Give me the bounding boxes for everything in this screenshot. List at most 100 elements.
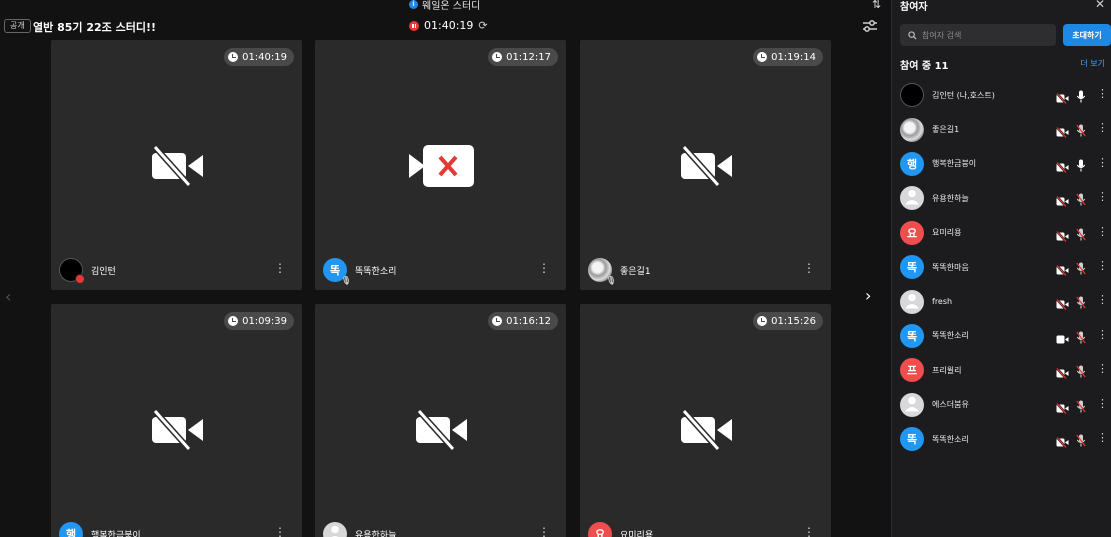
more-options-icon[interactable]: ⋮ (803, 525, 815, 537)
mic-off-icon[interactable] (1076, 294, 1086, 309)
camera-off-icon[interactable] (1056, 227, 1069, 242)
video-tile[interactable]: 01:16:12 유용한하늘 ⋮ (315, 304, 566, 537)
mic-off-icon[interactable] (1076, 191, 1086, 206)
participant-name: 행복한금붕이 (91, 530, 141, 537)
more-options-icon[interactable]: ⋮ (1097, 431, 1108, 444)
participant-row[interactable]: fresh ⋮ (892, 284, 1111, 318)
camera-off-icon[interactable] (1056, 89, 1069, 105)
prev-page-arrow[interactable]: ‹ (5, 287, 11, 306)
camera-off-icon[interactable] (1056, 364, 1069, 380)
avatar-initial: 요 (906, 226, 918, 240)
more-options-icon[interactable]: ⋮ (1097, 397, 1108, 410)
participant-search-input[interactable] (922, 30, 1052, 40)
mic-on-icon[interactable] (1076, 88, 1086, 103)
participant-name: 좋은길1 (620, 266, 651, 277)
video-tile[interactable]: 01:40:19 김인턴 ⋮ (51, 40, 302, 290)
participant-row[interactable]: 행 행복한금붕이 ⋮ (892, 147, 1111, 181)
participant-row[interactable]: 똑 똑똑한마음 ⋮ (892, 250, 1111, 284)
participant-row[interactable]: 똑 똑똑한소리 ⋮ (892, 422, 1111, 456)
participant-name: 유용한하늘 (932, 193, 969, 203)
elapsed-timer: 01:16:12 (488, 312, 558, 330)
participants-panel: 참여자 ✕ 초대하기 참여 중 11 더 보기 김인턴 (나,호스트)⋮좋은길1… (891, 0, 1111, 537)
mic-off-icon[interactable] (1076, 432, 1086, 447)
elapsed-timer: 01:40:19 (224, 48, 294, 66)
more-options-icon[interactable]: ⋮ (803, 261, 815, 275)
avatar-initial: 요 (594, 528, 606, 537)
participant-row[interactable]: 김인턴 (나,호스트) ⋮ (892, 78, 1111, 112)
elapsed-timer: 01:09:39 (224, 312, 294, 330)
next-page-arrow[interactable]: › (865, 286, 871, 305)
camera-off-icon (151, 144, 205, 188)
tile-footer: 행 행복한금붕이 ⋮ (59, 521, 294, 537)
more-options-icon[interactable]: ⋮ (538, 525, 550, 537)
avatar-initial: 똑 (906, 261, 918, 275)
clock-icon (492, 316, 503, 326)
settings-sliders-icon[interactable] (862, 19, 878, 33)
mic-off-icon[interactable] (1076, 363, 1086, 378)
camera-off-icon[interactable] (1056, 123, 1069, 139)
clock-icon (757, 316, 768, 326)
more-options-icon[interactable]: ⋮ (1097, 156, 1108, 169)
avatar (59, 258, 85, 284)
more-options-icon[interactable]: ⋮ (1097, 225, 1108, 238)
participant-name: fresh (932, 297, 953, 307)
camera-off-icon[interactable] (1056, 433, 1069, 449)
avatar: 행 (59, 522, 83, 537)
camera-off-icon[interactable] (1056, 399, 1069, 414)
clock-icon (492, 52, 503, 62)
more-options-icon[interactable]: ⋮ (1097, 293, 1108, 306)
service-title: i 웨일온 스터디 (409, 0, 480, 12)
more-options-icon[interactable]: ⋮ (1097, 87, 1108, 100)
search-box[interactable] (900, 24, 1056, 46)
mic-on-icon[interactable] (1076, 157, 1086, 172)
camera-off-icon[interactable] (1056, 295, 1069, 311)
participant-name: 김인턴 (91, 266, 116, 277)
invite-button[interactable]: 초대하기 (1063, 24, 1111, 46)
more-options-icon[interactable]: ⋮ (274, 261, 286, 275)
participant-row[interactable]: 똑 똑똑한소리 ⋮ (892, 319, 1111, 353)
more-options-icon[interactable]: ⋮ (274, 525, 286, 537)
close-icon[interactable]: ✕ (1095, 0, 1105, 11)
participant-row[interactable]: 좋은길1 ⋮ (892, 112, 1111, 146)
avatar: 똑 (900, 323, 924, 348)
video-tile[interactable]: 01:19:14 🎙 좋은길1 ⋮ (580, 40, 831, 290)
camera-off-icon[interactable] (1056, 261, 1069, 277)
more-options-icon[interactable]: ⋮ (538, 261, 550, 275)
refresh-icon[interactable]: ⟳ (478, 19, 487, 32)
visibility-badge: 공개 (4, 19, 31, 33)
participant-name: 행복한금붕이 (932, 159, 977, 169)
more-options-icon[interactable]: ⋮ (1097, 362, 1108, 375)
camera-off-icon[interactable] (1056, 158, 1069, 174)
more-options-icon[interactable]: ⋮ (1097, 190, 1108, 203)
mic-muted-icon: 🎙 (605, 276, 616, 285)
video-tile[interactable]: 01:09:39 행 행복한금붕이 ⋮ (51, 304, 302, 537)
mic-off-icon[interactable] (1076, 260, 1086, 275)
camera-off-icon[interactable] (1056, 192, 1069, 208)
video-tile[interactable]: 01:15:26 요 요미리용 ⋮ (580, 304, 831, 537)
sort-icon[interactable]: ⇅ (872, 0, 881, 11)
see-more-link[interactable]: 더 보기 (1080, 58, 1105, 69)
participant-row[interactable]: 요 요미리용 ⋮ (892, 216, 1111, 250)
camera-on-icon[interactable] (1056, 330, 1069, 344)
tile-footer: 유용한하늘 ⋮ (323, 521, 558, 537)
participant-row[interactable]: 유용한하늘 ⋮ (892, 181, 1111, 215)
more-options-icon[interactable]: ⋮ (1097, 328, 1108, 341)
participant-name: 똑똑한소리 (932, 331, 969, 341)
mic-off-icon[interactable] (1076, 226, 1086, 241)
mic-off-icon[interactable] (1076, 122, 1086, 137)
mic-off-icon[interactable] (1076, 398, 1086, 413)
video-tile[interactable]: 01:12:17 똑 🎙 똑똑한소리 ⋮ (315, 40, 566, 290)
mic-off-icon[interactable] (1076, 329, 1086, 344)
avatar-initial: 똑 (906, 329, 918, 343)
avatar: 프 (900, 358, 924, 383)
default-person-icon (905, 395, 919, 414)
recording-pause-icon[interactable] (409, 20, 419, 31)
participant-row[interactable]: 프 프리윌리 ⋮ (892, 353, 1111, 387)
more-options-icon[interactable]: ⋮ (1097, 259, 1108, 272)
more-options-icon[interactable]: ⋮ (1097, 121, 1108, 134)
avatar: 똑 (900, 255, 924, 280)
participant-name: 프리윌리 (932, 365, 962, 375)
participant-row[interactable]: 에스더붐유 ⋮ (892, 388, 1111, 422)
default-person-icon (905, 189, 919, 208)
avatar-initial: 프 (906, 364, 918, 378)
